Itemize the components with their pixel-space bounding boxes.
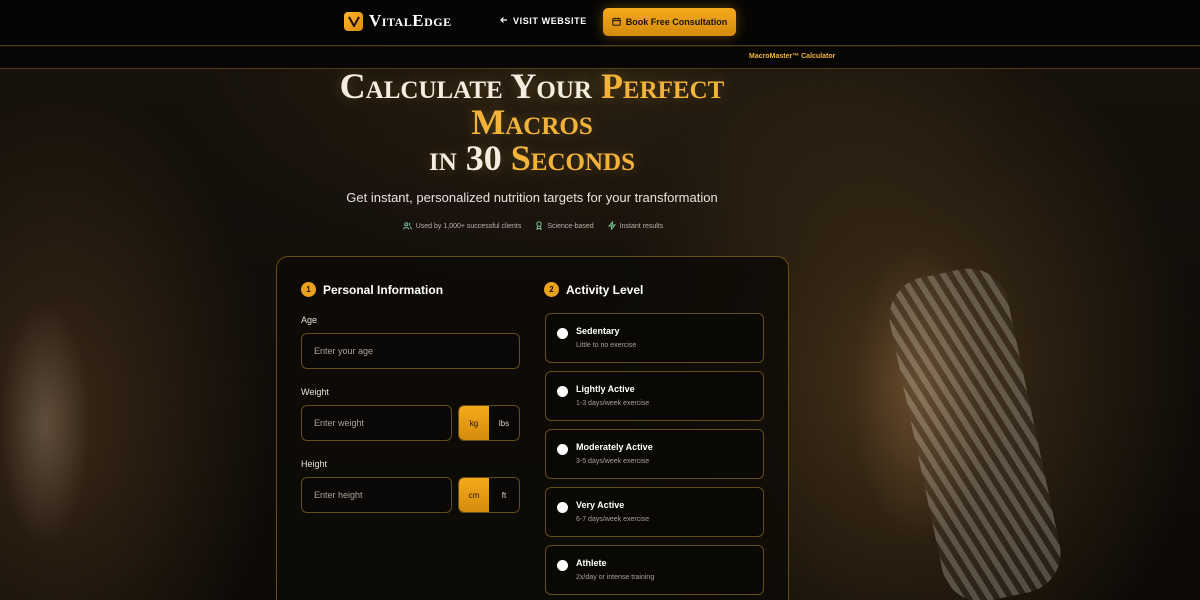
badge-label: Science-based xyxy=(547,223,594,230)
badge-instant: Instant results xyxy=(607,221,664,232)
visit-website-label: VISIT WEBSITE xyxy=(513,16,587,26)
title-part: Seconds xyxy=(510,138,635,178)
weight-label: Weight xyxy=(301,387,329,397)
title-part: in 30 xyxy=(428,138,502,178)
radio-button[interactable] xyxy=(557,444,568,455)
calculator-card: 1 Personal Information Age Enter your ag… xyxy=(276,256,789,600)
step-number: 1 xyxy=(301,282,316,297)
section-title: Personal Information xyxy=(323,282,444,297)
personal-info-heading: 1 Personal Information xyxy=(301,282,443,297)
book-consultation-button[interactable]: Book Free Consultation xyxy=(603,8,736,36)
arrow-left-icon xyxy=(500,16,508,26)
award-icon xyxy=(535,221,543,232)
radio-button[interactable] xyxy=(557,386,568,397)
page-title: Calculate Your Perfect Macros in 30 Seco… xyxy=(250,68,814,176)
visit-website-link[interactable]: VISIT WEBSITE xyxy=(500,16,587,26)
radio-button[interactable] xyxy=(557,328,568,339)
activity-option-athlete[interactable]: Athlete 2x/day or intense training xyxy=(545,545,764,595)
weight-input[interactable]: Enter weight xyxy=(301,405,452,441)
radio-button[interactable] xyxy=(557,502,568,513)
age-label: Age xyxy=(301,315,318,325)
trust-badges: Used by 1,000+ successful clients Scienc… xyxy=(300,221,766,232)
brand-logo[interactable]: VitalEdge xyxy=(344,11,452,31)
logo-v-icon xyxy=(344,11,363,31)
badge-clients: Used by 1,000+ successful clients xyxy=(402,221,522,232)
top-navigation: VitalEdge VISIT WEBSITE Book Free Consul… xyxy=(0,0,1200,46)
age-input[interactable]: Enter your age xyxy=(301,333,520,369)
page-subtitle: Get instant, personalized nutrition targ… xyxy=(346,190,718,205)
weight-unit-toggle: kg lbs xyxy=(458,405,520,441)
activity-level-heading: 2 Activity Level xyxy=(544,282,643,297)
option-description: 6-7 days/week exercise xyxy=(576,516,650,523)
height-input[interactable]: Enter height xyxy=(301,477,452,513)
book-consultation-label: Book Free Consultation xyxy=(625,17,728,27)
radio-button[interactable] xyxy=(557,560,568,571)
option-title: Moderately Active xyxy=(576,442,653,452)
unit-ft-button[interactable]: ft xyxy=(489,478,519,512)
badge-label: Instant results xyxy=(619,223,664,230)
option-description: Little to no exercise xyxy=(576,342,637,349)
section-title: Activity Level xyxy=(566,282,644,297)
option-description: 2x/day or intense training xyxy=(576,574,655,581)
option-title: Sedentary xyxy=(576,326,620,336)
bolt-icon xyxy=(607,221,616,232)
title-part: Macros xyxy=(471,102,593,142)
activity-option-lightly-active[interactable]: Lightly Active 1-3 days/week exercise xyxy=(545,371,764,421)
calendar-icon xyxy=(612,17,621,28)
activity-option-sedentary[interactable]: Sedentary Little to no exercise xyxy=(545,313,764,363)
option-title: Very Active xyxy=(576,500,625,510)
brand-name: VitalEdge xyxy=(369,11,452,30)
unit-kg-button[interactable]: kg xyxy=(459,406,489,440)
title-part: Perfect xyxy=(600,66,725,106)
height-label: Height xyxy=(301,459,328,469)
height-unit-toggle: cm ft xyxy=(458,477,520,513)
option-title: Athlete xyxy=(576,558,607,568)
option-title: Lightly Active xyxy=(576,384,635,394)
unit-lbs-button[interactable]: lbs xyxy=(489,406,519,440)
users-icon xyxy=(402,221,412,232)
calculator-tab[interactable]: MacroMaster™ Calculator xyxy=(749,53,835,60)
badge-science: Science-based xyxy=(535,221,594,232)
option-description: 1-3 days/week exercise xyxy=(576,400,650,407)
activity-option-moderately-active[interactable]: Moderately Active 3-5 days/week exercise xyxy=(545,429,764,479)
unit-cm-button[interactable]: cm xyxy=(459,478,489,512)
title-part: Calculate Your xyxy=(339,66,592,106)
activity-option-very-active[interactable]: Very Active 6-7 days/week exercise xyxy=(545,487,764,537)
badge-label: Used by 1,000+ successful clients xyxy=(415,223,522,230)
step-number: 2 xyxy=(544,282,559,297)
athlete-left-image xyxy=(0,210,110,600)
option-description: 3-5 days/week exercise xyxy=(576,458,650,465)
